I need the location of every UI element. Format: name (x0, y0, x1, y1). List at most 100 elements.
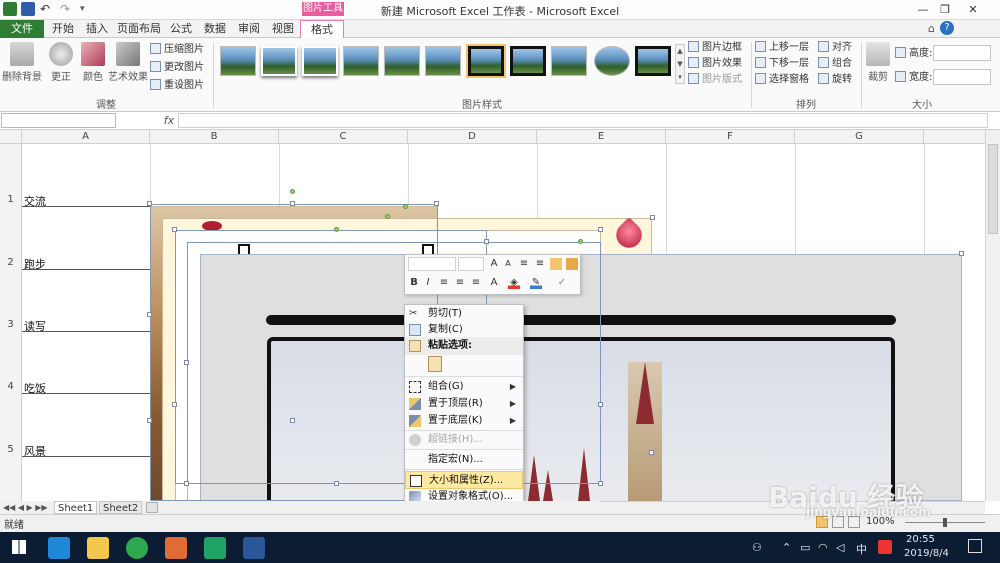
resize-handle[interactable] (434, 201, 439, 206)
resize-handle[interactable] (172, 402, 177, 407)
resize-handle[interactable] (147, 418, 152, 423)
people-icon[interactable]: ⚇ (752, 541, 762, 554)
name-box[interactable] (1, 113, 116, 128)
network-icon[interactable]: ▭ (800, 541, 810, 554)
resize-handle[interactable] (334, 481, 339, 486)
rotate-handle[interactable] (403, 204, 408, 209)
style-thumb[interactable] (384, 46, 420, 76)
row-header-3[interactable]: 3 (0, 318, 22, 332)
font-size-box[interactable] (458, 257, 484, 271)
column-header-f[interactable]: F (666, 130, 795, 144)
menu-item-assign-macro[interactable]: 指定宏(N)... (405, 451, 523, 469)
column-header-b[interactable]: B (150, 130, 279, 144)
menu-item-send-to-back[interactable]: 置于底层(K) ▶ (405, 412, 523, 430)
close-icon[interactable]: ✕ (962, 2, 984, 18)
style-thumb[interactable] (635, 46, 671, 76)
menu-item-size-and-properties[interactable]: 大小和属性(Z)... (405, 471, 523, 489)
increase-indent-icon[interactable]: ≡ (534, 258, 546, 270)
volume-icon[interactable]: ◁ (836, 541, 844, 554)
menu-item-bring-to-front[interactable]: 置于顶层(R) ▶ (405, 395, 523, 413)
height-input[interactable] (933, 45, 991, 61)
tab-formulas[interactable]: 公式 (166, 20, 196, 38)
resize-handle[interactable] (184, 481, 189, 486)
tab-review[interactable]: 审阅 (234, 20, 264, 38)
picture-effects-button[interactable]: 图片效果 (688, 56, 742, 72)
file-explorer-icon[interactable] (87, 537, 109, 559)
grow-font-icon[interactable]: A (488, 258, 500, 270)
tab-file[interactable]: 文件 (0, 20, 44, 38)
restore-icon[interactable]: ❐ (934, 2, 956, 18)
rotate-button[interactable]: 旋转 (818, 72, 852, 88)
fx-icon[interactable]: fx (160, 113, 178, 128)
minimize-icon[interactable]: — (912, 2, 934, 18)
app-icon[interactable] (165, 537, 187, 559)
browser-icon[interactable] (126, 537, 148, 559)
vertical-scroll-thumb[interactable] (988, 144, 998, 234)
decrease-indent-icon[interactable]: ≡ (518, 258, 530, 270)
tray-arrow-icon[interactable]: ⌃ (782, 541, 791, 554)
corrections-button[interactable]: 更正 (46, 42, 76, 83)
compress-pictures-button[interactable]: 压缩图片 (150, 42, 204, 58)
change-picture-button[interactable]: 更改图片 (150, 60, 204, 76)
align-button[interactable]: 对齐 (818, 40, 852, 56)
align-center-icon[interactable]: ≡ (438, 277, 450, 289)
resize-handle[interactable] (650, 215, 655, 220)
tab-insert[interactable]: 插入 (82, 20, 112, 38)
resize-handle[interactable] (959, 251, 964, 256)
remove-background-button[interactable]: 删除背景 (2, 42, 42, 83)
menu-item-group[interactable]: 组合(G) ▶ (405, 378, 523, 396)
resize-handle[interactable] (147, 312, 152, 317)
fill-color-icon[interactable]: ◈ (508, 277, 520, 289)
excel-taskbar-icon[interactable] (204, 537, 226, 559)
column-header-g[interactable]: G (795, 130, 924, 144)
column-header-e[interactable]: E (537, 130, 666, 144)
gallery-scroll-icon[interactable]: ▲ ▼ ▾ (675, 44, 685, 84)
tab-home[interactable]: 开始 (48, 20, 78, 38)
insert-sheet-icon[interactable] (146, 502, 158, 513)
column-header-d[interactable]: D (408, 130, 537, 144)
bring-front-mini-icon[interactable] (550, 258, 562, 270)
formula-input[interactable] (178, 113, 988, 128)
windows-start-icon[interactable] (12, 540, 26, 554)
width-input[interactable] (933, 69, 991, 85)
sheet-tab-2[interactable]: Sheet2 (99, 501, 143, 514)
word-taskbar-icon[interactable] (243, 537, 265, 559)
select-all-corner[interactable] (0, 130, 22, 144)
row-header-4[interactable]: 4 (0, 380, 22, 394)
wifi-icon[interactable]: ◠ (818, 541, 828, 554)
align-left-icon[interactable]: ≡ (454, 277, 466, 289)
style-thumb[interactable] (551, 46, 587, 76)
tab-format[interactable]: 格式 (300, 20, 344, 39)
sheet-tab-1[interactable]: Sheet1 (54, 501, 98, 514)
style-thumb[interactable] (594, 46, 630, 76)
group-button[interactable]: 组合 (818, 56, 852, 72)
style-thumb[interactable] (425, 46, 461, 76)
style-thumb[interactable] (510, 46, 546, 76)
resize-handle[interactable] (147, 201, 152, 206)
resize-handle[interactable] (290, 418, 295, 423)
bring-forward-button[interactable]: 上移一层 (755, 40, 809, 56)
send-back-mini-icon[interactable] (566, 258, 578, 270)
edge-icon[interactable] (48, 537, 70, 559)
font-name-box[interactable] (408, 257, 456, 271)
paste-option-icon[interactable] (428, 356, 442, 372)
clock-date[interactable]: 2019/8/4 (904, 548, 949, 559)
color-button[interactable]: 颜色 (78, 42, 108, 83)
tab-page-layout[interactable]: 页面布局 (116, 20, 162, 38)
artistic-effects-button[interactable]: 艺术效果 (108, 42, 148, 83)
format-painter-icon[interactable]: ✓ (556, 277, 568, 289)
clock-time[interactable]: 20:55 (906, 534, 935, 545)
resize-handle[interactable] (649, 450, 654, 455)
rotate-handle[interactable] (578, 239, 583, 244)
resize-handle[interactable] (598, 402, 603, 407)
bold-icon[interactable]: B (408, 277, 420, 289)
row-header-5[interactable]: 5 (0, 443, 22, 457)
line-color-icon[interactable]: ✎ (530, 277, 542, 289)
italic-icon[interactable]: I (422, 277, 434, 289)
shrink-font-icon[interactable]: A (502, 258, 514, 270)
ime-app-icon[interactable] (878, 540, 892, 554)
picture-border-button[interactable]: 图片边框 (688, 40, 742, 56)
resize-handle[interactable] (598, 481, 603, 486)
align-right-icon[interactable]: ≡ (470, 277, 482, 289)
font-color-icon[interactable]: A (488, 277, 500, 289)
